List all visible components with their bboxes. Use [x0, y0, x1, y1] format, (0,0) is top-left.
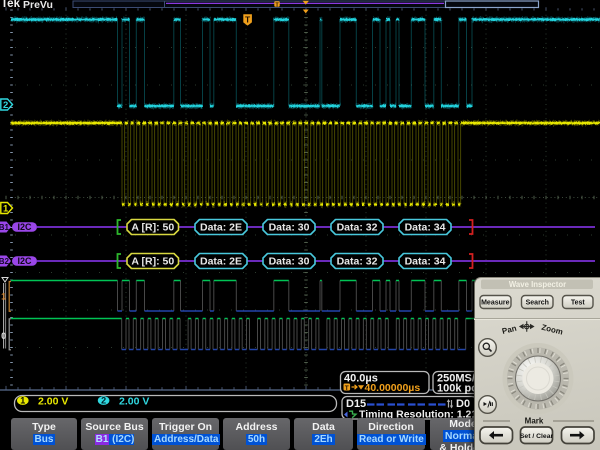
- svg-text:Pan: Pan: [501, 324, 518, 336]
- svg-text:Test: Test: [571, 300, 586, 307]
- svg-text:Mark: Mark: [525, 417, 544, 426]
- svg-text:Search: Search: [526, 300, 549, 307]
- svg-text:Measure: Measure: [481, 300, 510, 307]
- svg-text:Wave Inspector: Wave Inspector: [509, 280, 566, 289]
- svg-text:Set / Clear: Set / Clear: [520, 433, 554, 440]
- svg-text:Zoom: Zoom: [541, 323, 564, 337]
